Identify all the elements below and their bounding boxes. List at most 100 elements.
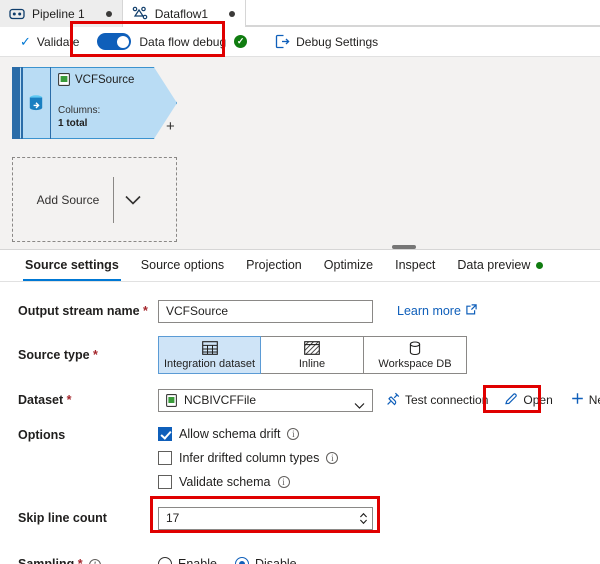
debug-settings-label: Debug Settings (296, 34, 379, 49)
options-label: Options (18, 428, 66, 442)
info-icon[interactable]: i (326, 452, 339, 464)
source-type-options: Integration dataset Inline Workspace DB (158, 336, 467, 374)
source-database-icon (26, 93, 46, 113)
open-label: Open (523, 393, 553, 407)
status-dot (536, 262, 544, 270)
node-accent-rail-thin (21, 67, 23, 139)
output-stream-name-label: Output stream name * (18, 304, 158, 318)
tab-optimize[interactable]: Optimize (313, 250, 384, 281)
sampling-label: Sampling * i (18, 557, 158, 564)
checkbox-infer-drifted-column-types[interactable]: Infer drifted column types i (158, 451, 339, 465)
options-checkbox-list: Allow schema drift i Infer drifted colum… (158, 427, 339, 489)
add-source-button[interactable]: Add Source (12, 157, 177, 242)
learn-more-link[interactable]: Learn more (397, 304, 477, 318)
new-dataset-button[interactable]: New (566, 389, 600, 411)
tab-label: Data preview (457, 258, 531, 272)
info-icon[interactable]: i (287, 428, 300, 440)
info-icon[interactable]: i (277, 476, 290, 488)
source-type-workspace-db[interactable]: Workspace DB (364, 336, 467, 374)
source-type-inline[interactable]: Inline (261, 336, 364, 374)
pipeline-icon (9, 6, 25, 22)
radio-circle[interactable] (234, 557, 249, 564)
row-options: Options Allow schema drift i Infer drift… (0, 427, 600, 489)
spinner-arrows-icon[interactable] (359, 512, 368, 525)
radio-circle[interactable] (158, 557, 172, 564)
output-stream-name-input[interactable]: VCFSource (158, 299, 373, 323)
plus-icon (571, 392, 584, 408)
dataflow-canvas: VCFSource Columns: 1 total + Add Source (0, 57, 600, 250)
debug-settings-button[interactable]: Debug Settings (267, 29, 386, 55)
validate-label: Validate (36, 34, 80, 49)
tab-inspect[interactable]: Inspect (384, 250, 446, 281)
columns-label: Columns: (58, 105, 101, 116)
chevron-down-icon[interactable] (114, 194, 152, 206)
tab-pipeline-1[interactable]: Pipeline 1 (0, 0, 123, 27)
data-flow-debug-toggle[interactable]: Data flow debug ✓ (87, 29, 253, 55)
add-downstream-plus-icon[interactable]: + (166, 119, 175, 134)
unsaved-dot (105, 10, 112, 17)
checkbox-allow-schema-drift[interactable]: Allow schema drift i (158, 427, 338, 441)
source-type-label: Source type * (18, 348, 158, 362)
skip-line-count-input[interactable]: 17 (158, 506, 373, 530)
checkbox-box[interactable] (158, 475, 172, 489)
sampling-radio-group: Enable Disable (158, 557, 297, 564)
node-accent-rail (12, 67, 20, 139)
tab-label: Source settings (25, 258, 119, 272)
open-dataset-button[interactable]: Open (499, 389, 557, 412)
tab-projection[interactable]: Projection (235, 250, 313, 281)
settings-tab-bar: Source settings Source options Projectio… (0, 250, 600, 282)
dataset-icon (166, 393, 177, 407)
row-dataset: Dataset * NCBIVCFFile Test connection Op… (0, 385, 600, 415)
tab-label: Inspect (395, 258, 436, 272)
chevron-down-icon[interactable] (354, 396, 365, 417)
tab-source-options[interactable]: Source options (130, 250, 235, 281)
source-type-label-text: Workspace DB (378, 357, 452, 370)
dataset-select[interactable]: NCBIVCFFile (158, 388, 373, 412)
checkbox-box[interactable] (158, 427, 172, 441)
radio-label: Enable (178, 557, 217, 564)
checkmark-icon: ✓ (20, 34, 31, 49)
source-type-integration-dataset[interactable]: Integration dataset (158, 336, 261, 374)
columns-value: 1 total (58, 118, 88, 129)
validate-button[interactable]: ✓ Validate (12, 29, 87, 55)
label-text: Sampling (18, 557, 75, 564)
label-text: Output stream name (18, 304, 140, 318)
tab-source-settings[interactable]: Source settings (14, 250, 130, 281)
toggle-knob (116, 35, 129, 48)
plug-icon (386, 392, 400, 409)
inline-icon (304, 341, 320, 356)
tabstrip-filler (246, 0, 600, 26)
radio-sampling-disable[interactable]: Disable (234, 557, 297, 564)
node-divider (50, 67, 51, 139)
panel-resize-handle[interactable] (392, 245, 416, 249)
toggle-switch[interactable] (97, 33, 132, 50)
row-skip-line-count: Skip line count 17 (0, 496, 600, 533)
radio-sampling-enable[interactable]: Enable (158, 557, 217, 564)
checkbox-label: Validate schema (179, 475, 271, 489)
row-source-type: Source type * Integration dataset Inline (0, 336, 600, 374)
radio-label: Disable (254, 557, 297, 564)
required-marker: * (66, 393, 72, 407)
source-type-label-text: Integration dataset (163, 357, 256, 370)
source-settings-form: Output stream name * VCFSource Learn mor… (0, 282, 600, 564)
row-sampling: Sampling * i Enable Disable (0, 549, 600, 564)
required-marker: * (143, 304, 148, 318)
learn-more-label: Learn more (397, 304, 461, 318)
command-bar: ✓ Validate Data flow debug ✓ Debug Setti… (0, 21, 600, 57)
test-connection-button[interactable]: Test connection (381, 389, 493, 412)
unsaved-dot (229, 10, 236, 17)
info-icon[interactable]: i (89, 558, 102, 564)
dataset-controls: NCBIVCFFile Test connection Open N (158, 388, 600, 412)
checkbox-box[interactable] (158, 451, 172, 465)
tab-data-preview[interactable]: Data preview (446, 250, 554, 281)
grid-icon (201, 341, 218, 356)
tab-label: Dataflow1 (154, 6, 209, 21)
new-label: New (588, 393, 600, 407)
editor-tabstrip: Pipeline 1 Dataflow1 (0, 0, 600, 27)
add-source-label: Add Source (36, 192, 100, 207)
tab-dataflow1[interactable]: Dataflow1 (122, 0, 247, 27)
checkbox-label: Infer drifted column types (179, 451, 320, 465)
checkbox-validate-schema[interactable]: Validate schema i (158, 475, 338, 489)
tab-label: Source options (140, 258, 225, 272)
source-node-vcfsource[interactable]: VCFSource Columns: 1 total (12, 67, 177, 139)
